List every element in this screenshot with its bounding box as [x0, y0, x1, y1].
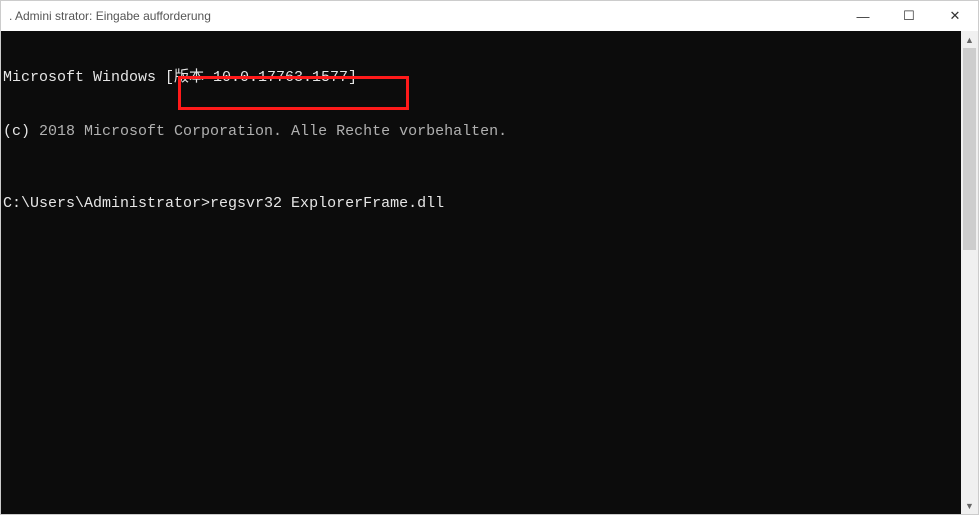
chevron-down-icon: ▼ — [965, 501, 974, 511]
close-icon: ✕ — [950, 8, 961, 24]
titlebar[interactable]: . Admini strator: Eingabe aufforderung —… — [1, 1, 978, 31]
prompt-row: C:\Users\Administrator>regsvr32 Explorer… — [3, 195, 961, 213]
console-output[interactable]: Microsoft Windows [版本 10.0.17763.1577] (… — [1, 31, 961, 514]
window-title: . Admini strator: Eingabe aufforderung — [9, 1, 211, 31]
copyright-text: 2018 Microsoft Corporation. Alle Rechte … — [30, 123, 507, 140]
copyright-line: (c) 2018 Microsoft Corporation. Alle Rec… — [3, 123, 961, 141]
minimize-button[interactable]: — — [840, 1, 886, 31]
chevron-up-icon: ▲ — [965, 35, 974, 45]
scroll-thumb[interactable] — [963, 48, 976, 250]
scroll-up-button[interactable]: ▲ — [961, 31, 978, 48]
scroll-down-button[interactable]: ▼ — [961, 497, 978, 514]
command-prompt-window: . Admini strator: Eingabe aufforderung —… — [0, 0, 979, 515]
version-line: Microsoft Windows [版本 10.0.17763.1577] — [3, 69, 961, 87]
prompt-path: C:\Users\Administrator> — [3, 195, 210, 213]
close-button[interactable]: ✕ — [932, 1, 978, 31]
window-controls: — ☐ ✕ — [840, 1, 978, 31]
typed-command: regsvr32 ExplorerFrame.dll — [210, 195, 444, 213]
vertical-scrollbar[interactable]: ▲ ▼ — [961, 31, 978, 514]
client-area: Microsoft Windows [版本 10.0.17763.1577] (… — [1, 31, 978, 514]
minimize-icon: — — [857, 9, 870, 24]
copyright-mark: (c) — [3, 123, 30, 140]
maximize-button[interactable]: ☐ — [886, 1, 932, 31]
scroll-track[interactable] — [961, 48, 978, 497]
maximize-icon: ☐ — [903, 8, 915, 24]
